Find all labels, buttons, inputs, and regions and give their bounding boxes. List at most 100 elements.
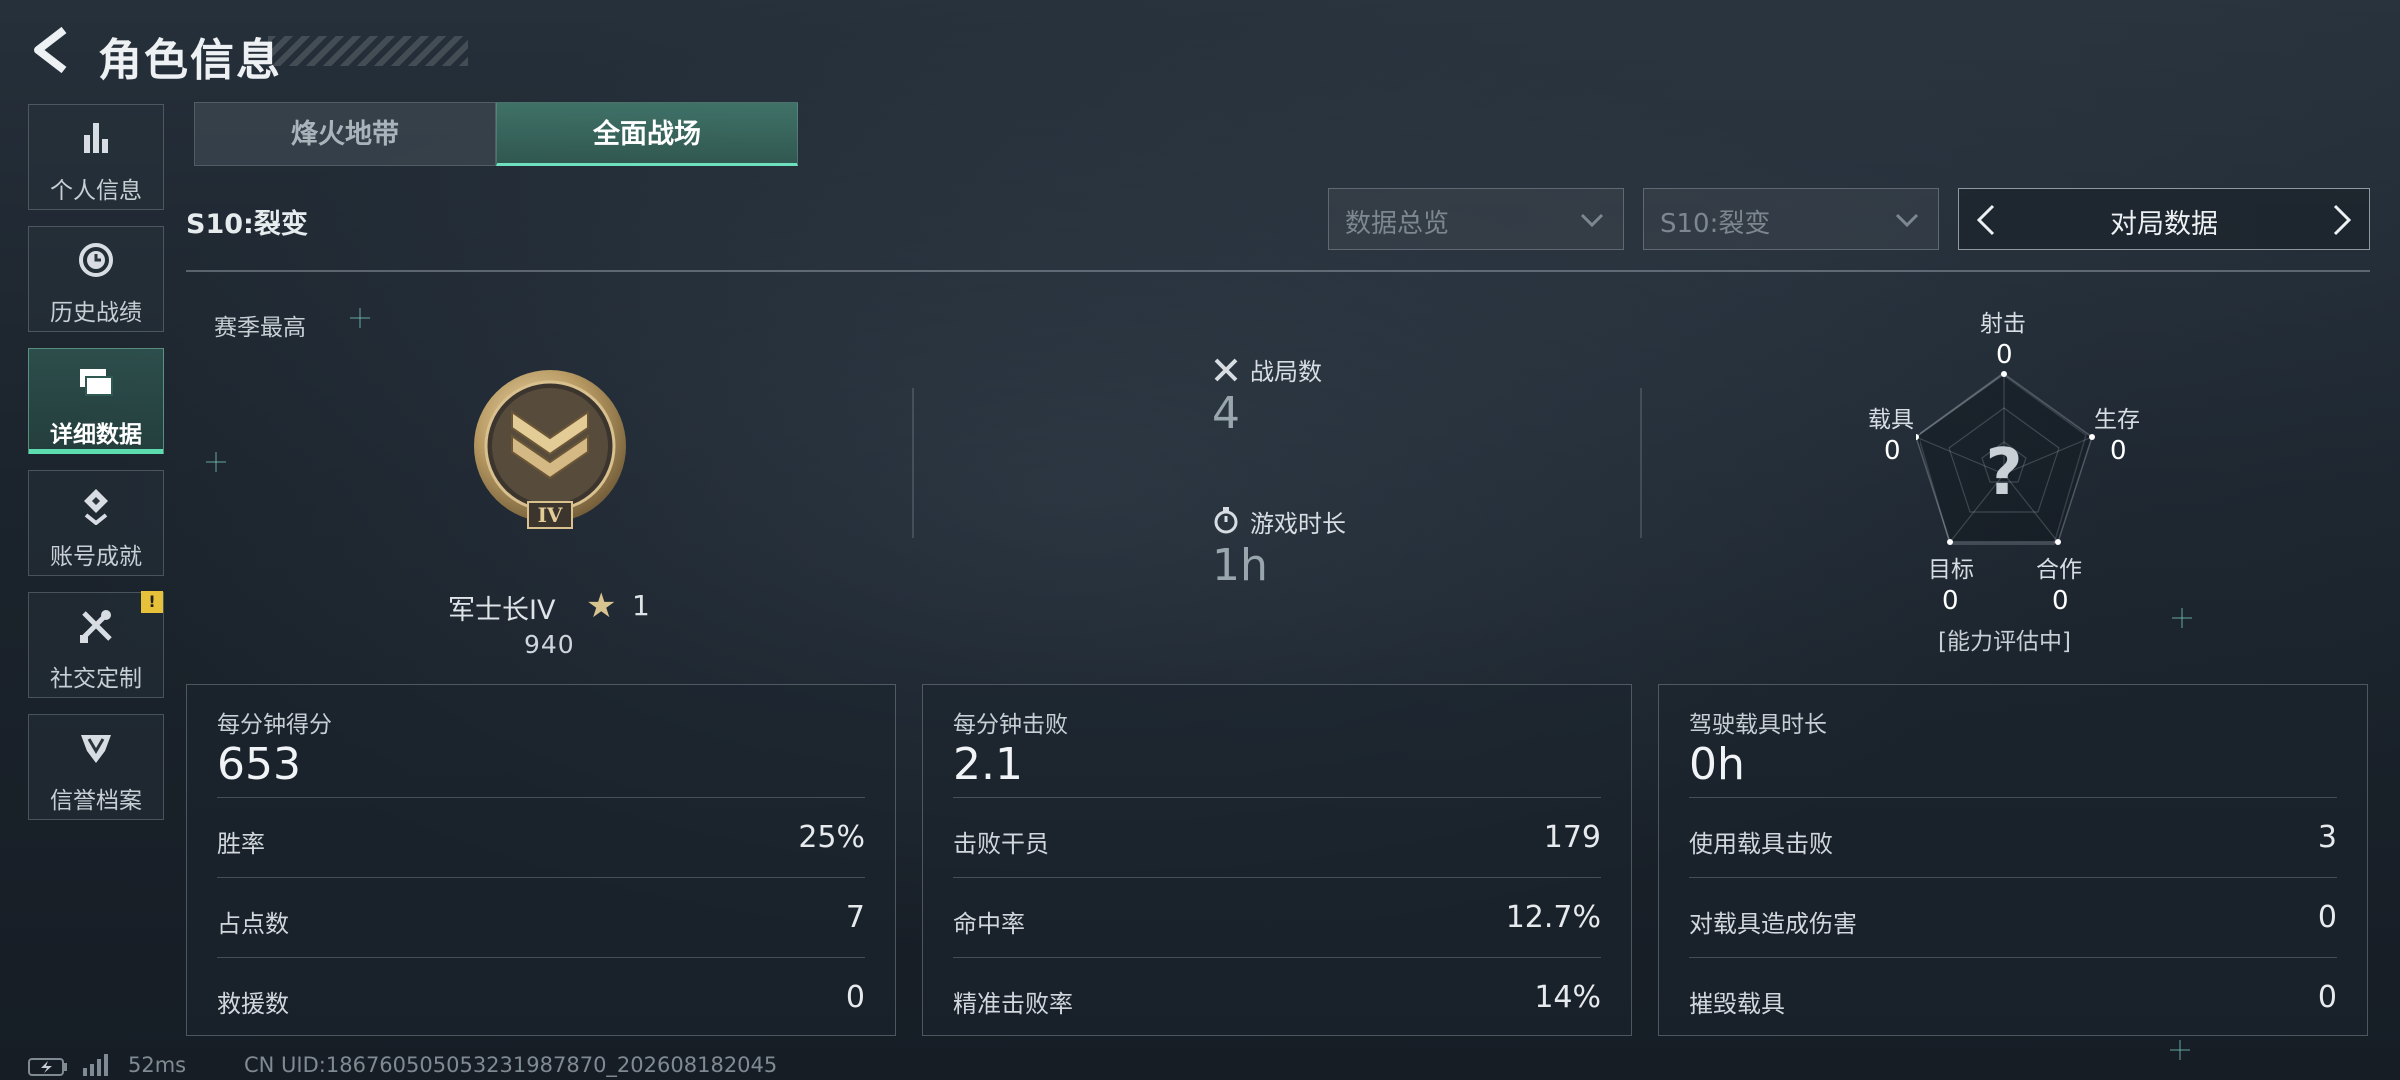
page-header: 角色信息 <box>28 20 488 86</box>
rank-star-count: 1 <box>632 589 650 622</box>
decor-crosshair <box>2172 608 2192 628</box>
sidebar-item-label: 个人信息 <box>50 178 142 204</box>
sidebar-item-label: 历史战绩 <box>50 300 142 326</box>
sidebar-item-label: 详细数据 <box>50 422 142 448</box>
stopwatch-icon <box>1214 507 1238 534</box>
stat-label: 救援数 <box>217 990 289 1018</box>
stat-row: 对载具造成伤害 0 <box>1689 877 2337 958</box>
radar-axis-value: 0 <box>2052 586 2069 616</box>
sidebar-item-history[interactable]: 历史战绩 <box>28 226 164 332</box>
stat-row: 使用载具击败 3 <box>1689 797 2337 878</box>
stat-row: 占点数 7 <box>217 877 865 958</box>
decor-crosshair <box>206 452 226 472</box>
stat-value: 0 <box>845 980 865 1015</box>
matches-value: 4 <box>1212 388 1240 439</box>
radar-axis-value: 0 <box>1942 586 1959 616</box>
chevron-right-icon[interactable] <box>2327 203 2357 237</box>
mode-tabs: 烽火地带 全面战场 <box>194 102 798 168</box>
tab-hazard-zone[interactable]: 烽火地带 <box>194 102 496 166</box>
stat-label: 摧毁载具 <box>1689 990 1785 1018</box>
stat-value: 0 <box>2317 900 2337 935</box>
sidebar-item-achievements[interactable]: 账号成就 <box>28 470 164 576</box>
vertical-divider <box>1640 388 1642 538</box>
stat-value: 12.7% <box>1505 900 1601 935</box>
signal-strength-icon <box>83 1054 108 1076</box>
stat-label: 使用载具击败 <box>1689 830 1833 858</box>
stat-row: 击败干员 179 <box>953 797 1601 878</box>
stat-label: 胜率 <box>217 830 265 858</box>
sidebar-item-label: 信誉档案 <box>50 788 142 814</box>
sidebar-item-detailed-data[interactable]: 详细数据 <box>28 348 164 454</box>
stat-value: 7 <box>845 900 865 935</box>
category-label: 对局数据 <box>2110 209 2218 240</box>
card-header-label: 驾驶载具时长 <box>1689 712 1827 738</box>
emblem-icon <box>81 735 111 763</box>
radar-axis-value: 0 <box>1884 436 1901 466</box>
matches-label: 战局数 <box>1250 358 1322 386</box>
rank-roman: IV <box>538 503 563 527</box>
tab-all-out-warfare[interactable]: 全面战场 <box>496 102 798 166</box>
stat-row: 救援数 0 <box>217 957 865 1038</box>
battery-icon <box>28 1058 67 1076</box>
sidebar-item-label: 社交定制 <box>50 666 142 692</box>
section-divider <box>186 270 2370 272</box>
user-uid: CN UID:18676050505323198787​0_2026081820… <box>244 1053 778 1077</box>
radar-axis-label: 目标 <box>1928 557 1974 583</box>
star-icon: ★ <box>586 586 617 626</box>
season-best-label: 赛季最高 <box>214 315 306 341</box>
radar-status: [能力评估中] <box>1938 629 2071 655</box>
sidebar-nav: 个人信息 历史战绩 详细数据 账号成就 ! 社交定制 信誉档案 <box>28 104 166 836</box>
rank-score: 940 <box>524 630 575 659</box>
vertical-divider <box>912 388 914 538</box>
chevron-down-icon <box>1580 213 1604 228</box>
stat-label: 击败干员 <box>953 830 1049 858</box>
chevron-down-icon <box>1895 213 1919 228</box>
sidebar-item-reputation[interactable]: 信誉档案 <box>28 714 164 820</box>
vehicle-stats-card: 驾驶载具时长 0h 使用载具击败 3 对载具造成伤害 0 摧毁载具 0 <box>1658 684 2368 1036</box>
card-header-value: 0h <box>1689 739 1745 790</box>
score-stats-card: 每分钟得分 653 胜率 25% 占点数 7 救援数 0 <box>186 684 896 1036</box>
sidebar-item-social-custom[interactable]: ! 社交定制 <box>28 591 164 698</box>
radar-axis-value: 0 <box>2110 436 2127 466</box>
decor-crosshair <box>350 308 370 328</box>
dropdown-value: 数据总览 <box>1345 209 1450 239</box>
card-header-value: 653 <box>217 739 301 790</box>
radar-center-question: ? <box>1985 436 2022 510</box>
folders-icon <box>80 369 113 396</box>
category-switcher: 对局数据 <box>1958 188 2370 250</box>
rank-name: 军士长IV <box>448 595 556 626</box>
stat-row: 精准击败率 14% <box>953 957 1601 1038</box>
achievement-icon <box>84 489 108 526</box>
card-header-value: 2.1 <box>953 739 1023 790</box>
rank-badge-icon: IV <box>474 370 626 529</box>
bar-chart-icon <box>84 123 108 153</box>
season-title: S10:裂变 <box>186 209 308 240</box>
radar-axis-value: 0 <box>1996 340 2013 370</box>
decor-crosshair <box>2170 1040 2190 1060</box>
sidebar-item-personal-info[interactable]: 个人信息 <box>28 104 164 210</box>
page-title: 角色信息 <box>98 35 282 86</box>
crossed-swords-icon <box>1214 358 1238 382</box>
card-header-label: 每分钟击败 <box>953 712 1068 738</box>
stat-label: 占点数 <box>217 910 289 938</box>
stat-label: 精准击败率 <box>953 990 1073 1018</box>
stat-value: 14% <box>1534 980 1601 1015</box>
stat-value: 25% <box>798 820 865 855</box>
stat-label: 命中率 <box>953 910 1025 938</box>
stat-value: 3 <box>2317 820 2337 855</box>
data-scope-dropdown[interactable]: 数据总览 <box>1328 188 1624 250</box>
playtime-value: 1h <box>1212 540 1268 591</box>
radar-axis-label: 生存 <box>2094 407 2140 433</box>
stat-value: 179 <box>1543 820 1601 855</box>
playtime-label: 游戏时长 <box>1250 510 1346 538</box>
ping-value: 52ms <box>128 1053 187 1077</box>
stat-row: 命中率 12.7% <box>953 877 1601 958</box>
history-clock-icon <box>79 243 113 277</box>
back-arrow-icon[interactable] <box>28 24 74 76</box>
card-header-label: 每分钟得分 <box>217 712 332 738</box>
kill-stats-card: 每分钟击败 2.1 击败干员 179 命中率 12.7% 精准击败率 14% <box>922 684 1632 1036</box>
stat-label: 对载具造成伤害 <box>1689 910 1857 938</box>
season-dropdown[interactable]: S10:裂变 <box>1643 188 1939 250</box>
tools-icon <box>80 610 112 643</box>
radar-axis-label: 射击 <box>1980 311 2026 337</box>
